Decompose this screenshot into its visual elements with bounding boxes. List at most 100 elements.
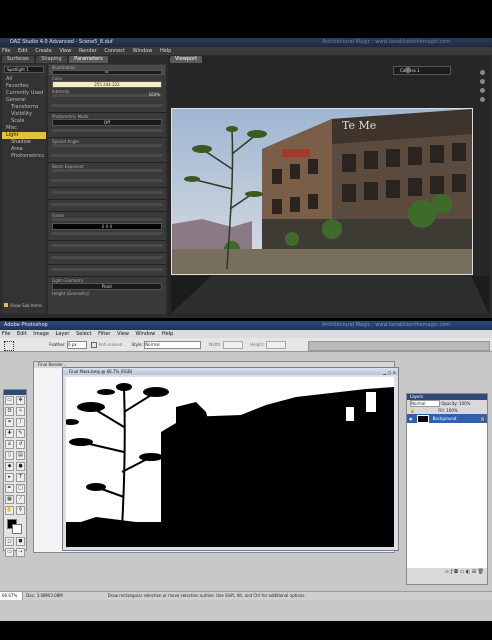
property-row-beam-exponent[interactable]: Beam Exponent (49, 164, 165, 176)
crop-tool[interactable]: ⌗ (5, 418, 14, 427)
ps-menu-view[interactable]: View (117, 331, 129, 337)
close-icon[interactable]: ✕ (393, 370, 396, 375)
ps-menu-layer[interactable]: Layer (56, 331, 70, 337)
daz-menu-connect[interactable]: Connect (104, 48, 125, 54)
palette-well[interactable] (308, 341, 490, 351)
ps-menu-filter[interactable]: Filter (98, 331, 110, 337)
notes-tool[interactable]: ▦ (5, 495, 14, 504)
pan-icon[interactable] (480, 79, 485, 84)
eyedropper-tool[interactable]: ⁄ (16, 495, 25, 504)
tree-item-scale[interactable]: Scale (2, 118, 46, 125)
minimize-icon[interactable]: ▁ (383, 370, 386, 375)
property-row-photometric[interactable]: Photometric Mode Off (49, 114, 165, 126)
prop-value-flares[interactable]: 0 0 0 (52, 223, 162, 230)
tree-item-visibility[interactable]: Visibility (2, 111, 46, 118)
background-color-swatch[interactable] (12, 524, 22, 534)
dodge-tool[interactable]: ● (16, 462, 25, 471)
zoom-level[interactable]: 66.67% (0, 592, 23, 600)
property-row-flares[interactable]: Flares 0 0 0 (49, 213, 165, 230)
tab-shaping[interactable]: Shaping (36, 56, 67, 63)
slider-bar[interactable] (51, 129, 163, 132)
maximize-icon[interactable]: ▢ (388, 370, 392, 375)
path-select-tool[interactable]: ▸ (5, 473, 14, 482)
tree-item-misc[interactable]: Misc (2, 125, 46, 132)
daz-menu-window[interactable]: Window (133, 48, 153, 54)
style-select[interactable]: Normal (144, 341, 202, 349)
tab-surfaces[interactable]: Surfaces (2, 56, 34, 63)
width-input[interactable] (222, 341, 243, 349)
blend-mode-select[interactable]: Normal (410, 400, 440, 407)
daz-menu-edit[interactable]: Edit (18, 48, 28, 54)
orbit-icon[interactable] (480, 70, 485, 75)
slider-bar[interactable] (51, 191, 163, 194)
link-layers-icon[interactable]: ∞ (445, 569, 449, 575)
daz-menu-view[interactable]: View (59, 48, 71, 54)
new-set-icon[interactable]: ▭ (460, 569, 465, 575)
document-canvas[interactable] (63, 377, 394, 547)
layer-row-background[interactable]: ◉ Background 🔒 (407, 414, 487, 423)
ps-menu-image[interactable]: Image (33, 331, 49, 337)
prop-value-color[interactable]: 255 244 222 (52, 81, 162, 88)
property-row-spread-angle[interactable]: Spread Angle (49, 139, 165, 151)
slider-bar[interactable] (51, 203, 163, 206)
slider-bar[interactable] (51, 232, 163, 235)
eraser-tool[interactable]: ▯ (5, 451, 14, 460)
slider-bar[interactable] (51, 179, 163, 182)
layer-style-icon[interactable]: ƒ (451, 569, 453, 575)
beam-exponent-slider[interactable] (52, 169, 162, 172)
lasso-tool[interactable]: ʘ (5, 407, 14, 416)
hand-tool[interactable]: ✋ (5, 506, 14, 515)
checkbox-icon[interactable] (4, 303, 8, 307)
daz-menu-help[interactable]: Help (160, 48, 171, 54)
slice-tool[interactable]: / (16, 418, 25, 427)
adjustment-layer-icon[interactable]: ◐ (466, 569, 470, 575)
slider-bar[interactable] (51, 268, 163, 271)
tree-item-currently-used[interactable]: Currently Used (2, 90, 46, 97)
antialias-checkbox[interactable] (91, 342, 98, 348)
tree-item-all[interactable]: All (2, 76, 46, 83)
magic-wand-tool[interactable]: ✧ (16, 407, 25, 416)
slider-bar[interactable] (51, 256, 163, 259)
fill-value[interactable]: 100% (446, 408, 457, 413)
scene-node-dropdown[interactable]: Spotlight 1 (4, 66, 44, 73)
ps-menu-help[interactable]: Help (162, 331, 173, 337)
tab-parameters[interactable]: Parameters (69, 56, 108, 63)
daz-menu-file[interactable]: File (2, 48, 10, 54)
slider-bar[interactable] (51, 244, 163, 247)
camera-icon[interactable] (405, 67, 411, 73)
ps-menu-file[interactable]: File (2, 331, 10, 337)
prop-value-light-geometry[interactable]: Point (52, 283, 162, 290)
new-layer-icon[interactable]: ⊞ (472, 569, 476, 575)
property-row-light-geometry[interactable]: Light Geometry Point (49, 278, 165, 290)
delete-layer-icon[interactable]: 🗑 (478, 569, 484, 575)
pen-tool[interactable]: ✒ (5, 484, 14, 493)
brush-tool[interactable]: ✎ (16, 429, 25, 438)
property-row-illumination[interactable]: Illumination On (49, 65, 165, 75)
show-sub-items-option[interactable]: Show Sub Items (2, 302, 46, 309)
tree-item-shadow[interactable]: Shadow (2, 139, 46, 146)
tree-item-general[interactable]: General (2, 97, 46, 104)
rotate-icon[interactable] (480, 97, 485, 102)
daz-menu-create[interactable]: Create (35, 48, 52, 54)
quick-mask-on-icon[interactable]: ◼ (16, 537, 25, 546)
move-tool[interactable]: ✥ (16, 396, 25, 405)
marquee-tool[interactable]: ▭ (5, 396, 14, 405)
type-tool[interactable]: T (16, 473, 25, 482)
screen-mode-icon[interactable]: ▭ (5, 548, 14, 557)
tree-item-transforms[interactable]: Transforms (2, 104, 46, 111)
spread-angle-slider[interactable] (52, 144, 162, 147)
ps-menu-select[interactable]: Select (76, 331, 91, 337)
prop-value-photometric[interactable]: Off (52, 119, 162, 126)
intensity-slider[interactable]: 164% (52, 92, 162, 97)
marquee-tool-icon[interactable] (4, 341, 14, 351)
shape-tool[interactable]: □ (16, 484, 25, 493)
doc-size[interactable]: Doc: 3.08M/3.08M (24, 592, 96, 600)
feather-input[interactable]: 0 px (67, 341, 88, 349)
jump-to-imageready-icon[interactable]: ⇢ (16, 548, 25, 557)
property-row-color[interactable]: Color 255 244 222 (49, 76, 165, 88)
property-row-height-geometry[interactable]: Height (Geometry) (49, 291, 165, 301)
lock-icon[interactable]: 🔒 (410, 408, 415, 413)
camera-dropdown[interactable]: Camera 1 (393, 66, 451, 75)
gradient-tool[interactable]: ▤ (16, 451, 25, 460)
layer-mask-icon[interactable]: ◘ (454, 569, 458, 575)
